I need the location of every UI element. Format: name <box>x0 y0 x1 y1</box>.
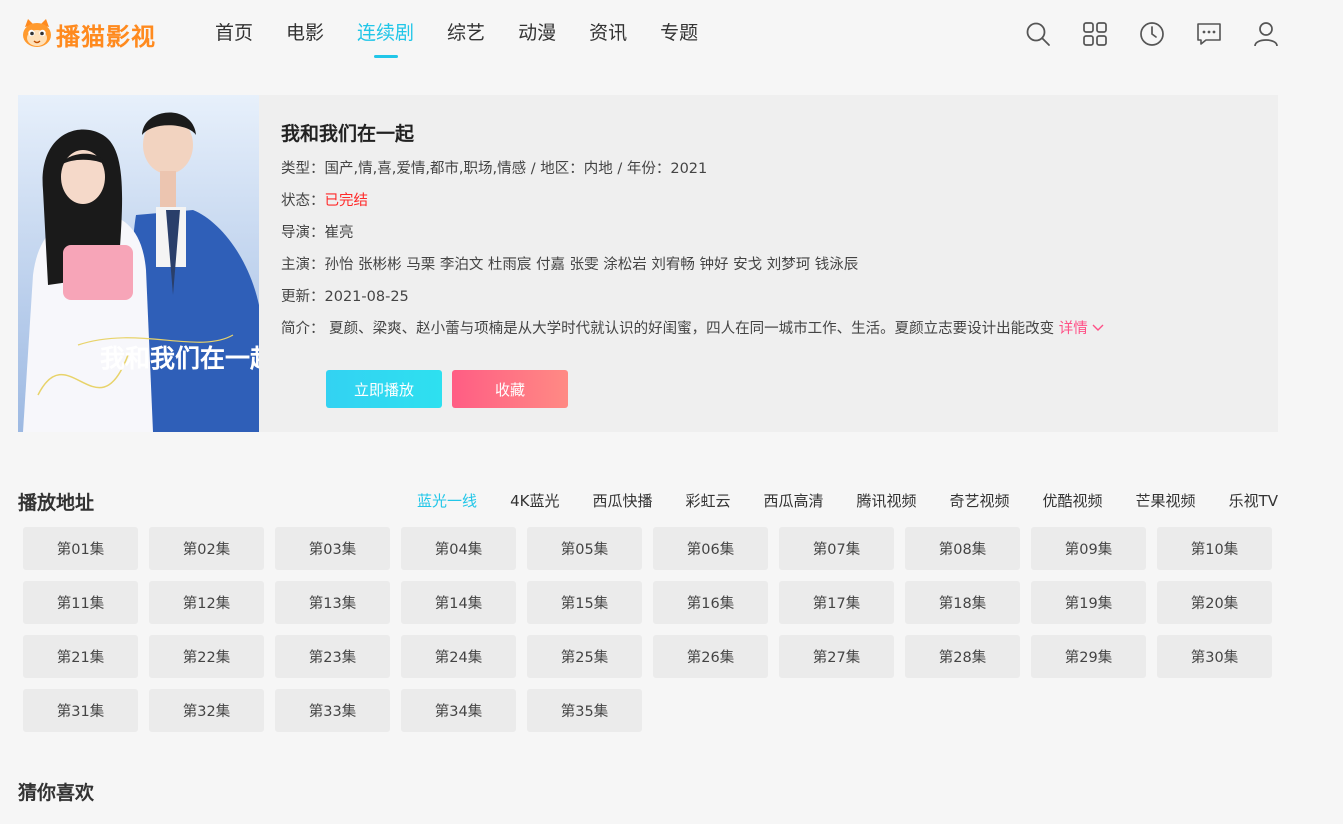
action-buttons: 立即播放 收藏 <box>326 370 578 408</box>
nav-item-home[interactable]: 首页 <box>215 18 253 58</box>
header-tools <box>994 20 1279 48</box>
episode-button[interactable]: 第14集 <box>401 581 516 624</box>
source-tab-9[interactable]: 芒果视频 <box>1136 490 1196 511</box>
episode-button[interactable]: 第18集 <box>905 581 1020 624</box>
episode-button[interactable]: 第31集 <box>23 689 138 732</box>
source-tab-8[interactable]: 优酷视频 <box>1043 490 1103 511</box>
episode-button[interactable]: 第25集 <box>527 635 642 678</box>
user-icon[interactable] <box>1253 20 1279 48</box>
play-section-title: 播放地址 <box>18 492 95 514</box>
poster-title-text: 我和我们在一起 <box>100 344 259 373</box>
episode-button[interactable]: 第08集 <box>905 527 1020 570</box>
episode-button[interactable]: 第16集 <box>653 581 768 624</box>
status-badge: 已完结 <box>324 193 369 209</box>
episode-button[interactable]: 第06集 <box>653 527 768 570</box>
source-tab-6[interactable]: 腾讯视频 <box>857 490 917 511</box>
message-icon[interactable] <box>1196 20 1222 48</box>
status-row: 状态：已完结 <box>281 191 1261 223</box>
history-icon[interactable] <box>1139 20 1165 48</box>
source-tab-3[interactable]: 西瓜快播 <box>592 490 652 511</box>
intro-label: 简介： <box>281 321 325 337</box>
episode-button[interactable]: 第13集 <box>275 581 390 624</box>
drama-title: 我和我们在一起 <box>281 123 415 145</box>
episode-button[interactable]: 第28集 <box>905 635 1020 678</box>
episode-button[interactable]: 第11集 <box>23 581 138 624</box>
episode-button[interactable]: 第27集 <box>779 635 894 678</box>
episode-button[interactable]: 第07集 <box>779 527 894 570</box>
director-row: 导演：崔亮 <box>281 225 354 241</box>
detail-card: 我和我们在一起 我和我们在一起 类型：国产,情,喜,爱情,都市,职场,情感 / … <box>18 95 1278 432</box>
intro-row: 简介： 夏颜、梁爽、赵小蕾与项楠是从大学时代就认识的好闺蜜，四人在同一城市工作、… <box>281 319 1261 351</box>
episode-button[interactable]: 第01集 <box>23 527 138 570</box>
logo[interactable]: 播猫影视 <box>20 14 156 54</box>
nav-item-movie[interactable]: 电影 <box>286 18 324 58</box>
source-tab-5[interactable]: 西瓜高清 <box>763 490 823 511</box>
source-tabs: 蓝光一线 4K蓝光 西瓜快播 彩虹云 西瓜高清 腾讯视频 奇艺视频 优酷视频 芒… <box>384 490 1278 511</box>
episode-button[interactable]: 第05集 <box>527 527 642 570</box>
episode-button[interactable]: 第02集 <box>149 527 264 570</box>
episode-button[interactable]: 第24集 <box>401 635 516 678</box>
episode-button[interactable]: 第12集 <box>149 581 264 624</box>
episode-button[interactable]: 第34集 <box>401 689 516 732</box>
episode-button[interactable]: 第23集 <box>275 635 390 678</box>
episode-button[interactable]: 第03集 <box>275 527 390 570</box>
cast-row: 主演：孙怡 张彬彬 马栗 李泊文 杜雨宸 付嘉 张雯 涂松岩 刘宥畅 钟好 安戈… <box>281 257 859 273</box>
episode-button[interactable]: 第19集 <box>1031 581 1146 624</box>
more-link[interactable]: 详情 <box>1059 321 1105 337</box>
grid-icon[interactable] <box>1082 20 1108 48</box>
nav-item-news[interactable]: 资讯 <box>589 18 627 58</box>
status-label: 状态： <box>281 193 325 209</box>
nav-item-series[interactable]: 连续剧 <box>357 18 414 58</box>
search-icon[interactable] <box>1025 20 1051 48</box>
favorite-button[interactable]: 收藏 <box>452 370 568 408</box>
nav-item-anime[interactable]: 动漫 <box>518 18 556 58</box>
nav-item-topic[interactable]: 专题 <box>660 18 698 58</box>
episode-button[interactable]: 第35集 <box>527 689 642 732</box>
source-tab-4[interactable]: 彩虹云 <box>685 490 730 511</box>
update-row: 更新：2021-08-25 <box>281 289 409 305</box>
episode-button[interactable]: 第26集 <box>653 635 768 678</box>
chevron-down-icon <box>1092 321 1104 337</box>
info-panel: 我和我们在一起 类型：国产,情,喜,爱情,都市,职场,情感 / 地区：内地 / … <box>281 119 1261 351</box>
logo-text: 播猫影视 <box>56 21 156 51</box>
episode-button[interactable]: 第20集 <box>1157 581 1272 624</box>
episode-button[interactable]: 第09集 <box>1031 527 1146 570</box>
source-tab-10[interactable]: 乐视TV <box>1229 490 1278 511</box>
episode-button[interactable]: 第21集 <box>23 635 138 678</box>
poster-image[interactable]: 我和我们在一起 <box>18 95 259 432</box>
episode-button[interactable]: 第32集 <box>149 689 264 732</box>
episode-button[interactable]: 第33集 <box>275 689 390 732</box>
episode-button[interactable]: 第04集 <box>401 527 516 570</box>
header: 播猫影视 首页 电影 连续剧 综艺 动漫 资讯 专题 <box>0 0 1343 72</box>
episode-button[interactable]: 第30集 <box>1157 635 1272 678</box>
episode-button[interactable]: 第10集 <box>1157 527 1272 570</box>
episode-button[interactable]: 第17集 <box>779 581 894 624</box>
nav-item-variety[interactable]: 综艺 <box>447 18 485 58</box>
episode-button[interactable]: 第22集 <box>149 635 264 678</box>
type-region-year: 类型：国产,情,喜,爱情,都市,职场,情感 / 地区：内地 / 年份：2021 <box>281 161 708 177</box>
more-label: 详情 <box>1058 321 1088 337</box>
source-tab-2[interactable]: 4K蓝光 <box>510 490 559 511</box>
main-nav: 首页 电影 连续剧 综艺 动漫 资讯 专题 <box>215 18 731 58</box>
episode-button[interactable]: 第15集 <box>527 581 642 624</box>
source-tab-1[interactable]: 蓝光一线 <box>417 490 477 511</box>
play-now-button[interactable]: 立即播放 <box>326 370 442 408</box>
cat-logo-icon <box>20 17 54 51</box>
episode-button[interactable]: 第29集 <box>1031 635 1146 678</box>
episode-list: 第01集 第02集 第03集 第04集 第05集 第06集 第07集 第08集 第09集 第10集… <box>23 527 1283 732</box>
recommend-title: 猜你喜欢 <box>18 782 95 804</box>
source-tab-7[interactable]: 奇艺视频 <box>950 490 1010 511</box>
intro-text: 夏颜、梁爽、赵小蕾与项楠是从大学时代就认识的好闺蜜，四人在同一城市工作、生活。夏… <box>329 321 1055 337</box>
